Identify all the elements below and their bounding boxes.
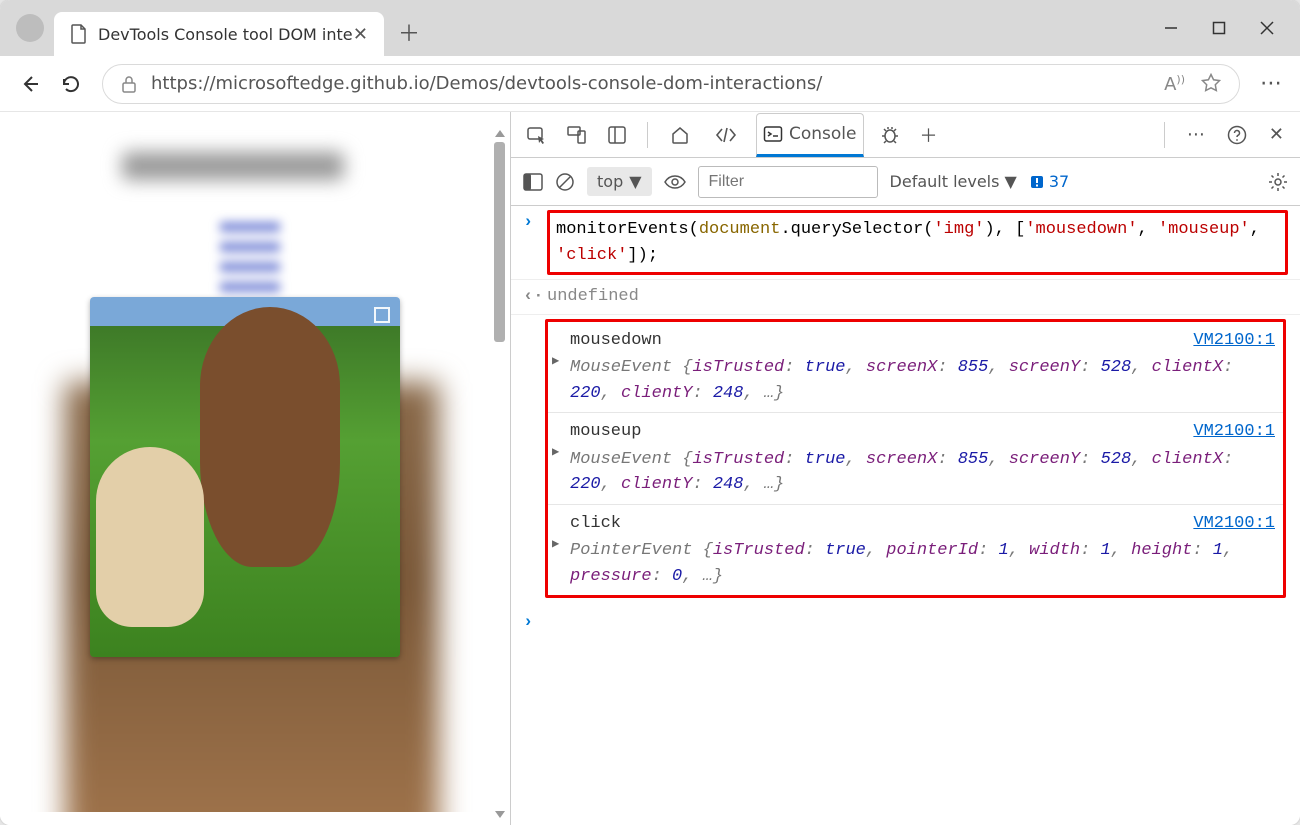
log-levels-selector[interactable]: Default levels ▼ xyxy=(890,172,1017,191)
filter-input[interactable] xyxy=(698,166,878,198)
blurred-heading xyxy=(122,152,344,180)
read-aloud-icon[interactable]: A)) xyxy=(1164,73,1185,95)
devtools-tabbar: Console ＋ ⋯ ✕ xyxy=(511,112,1300,158)
tab-title: DevTools Console tool DOM inte xyxy=(98,25,353,44)
address-bar: https://microsoftedge.github.io/Demos/de… xyxy=(0,56,1300,112)
tab-close-icon[interactable]: ✕ xyxy=(353,24,368,45)
page-scrollbar[interactable] xyxy=(494,130,505,818)
context-selector[interactable]: top ▼ xyxy=(587,167,652,196)
back-button[interactable] xyxy=(18,73,40,95)
context-label: top xyxy=(597,172,623,191)
log-source-link[interactable]: VM2100:1 xyxy=(1193,328,1275,354)
return-value: undefined xyxy=(547,287,639,306)
refresh-button[interactable] xyxy=(60,73,82,95)
sidebar-toggle-icon[interactable] xyxy=(523,173,543,191)
console-log-entry[interactable]: mousedown VM2100:1 ▶ MouseEvent {isTrust… xyxy=(548,322,1283,414)
url-text: https://microsoftedge.github.io/Demos/de… xyxy=(151,73,822,94)
expand-icon[interactable]: ▶ xyxy=(552,443,559,461)
console-log-entry[interactable]: mouseup VM2100:1 ▶ MouseEvent {isTrusted… xyxy=(548,413,1283,505)
console-prompt[interactable]: › xyxy=(511,602,1300,644)
panel-toggle-icon[interactable] xyxy=(603,121,631,149)
close-button[interactable] xyxy=(1260,21,1274,35)
browser-tab[interactable]: DevTools Console tool DOM inte ✕ xyxy=(54,12,384,56)
inspect-icon[interactable] xyxy=(523,121,551,149)
blurred-links xyxy=(220,222,280,292)
new-tab-button[interactable]: ＋ xyxy=(398,16,420,48)
devtools-more-icon[interactable]: ⋯ xyxy=(1183,120,1209,149)
console-return-row: ‹· undefined xyxy=(511,280,1300,315)
console-tab-label: Console xyxy=(789,124,857,144)
rendered-page xyxy=(0,112,510,825)
help-icon[interactable] xyxy=(1223,121,1251,149)
file-icon xyxy=(70,24,88,44)
issues-count: 37 xyxy=(1049,172,1069,191)
log-source-link[interactable]: VM2100:1 xyxy=(1193,419,1275,445)
lock-icon xyxy=(121,75,137,93)
profile-avatar[interactable] xyxy=(16,14,44,42)
clear-console-icon[interactable] xyxy=(555,172,575,192)
console-input-code[interactable]: monitorEvents(document.querySelector('im… xyxy=(547,210,1288,275)
devtools-panel: Console ＋ ⋯ ✕ xyxy=(510,112,1300,825)
more-tabs-icon[interactable]: ＋ xyxy=(916,118,942,152)
console-tab[interactable]: Console xyxy=(756,113,864,157)
minimize-button[interactable] xyxy=(1164,21,1178,35)
output-chevron-icon: ‹· xyxy=(523,284,543,310)
live-expression-icon[interactable] xyxy=(664,174,686,190)
page-viewport xyxy=(10,122,490,812)
elements-tab[interactable] xyxy=(708,115,744,155)
console-output: › monitorEvents(document.querySelector('… xyxy=(511,206,1300,825)
console-settings-icon[interactable] xyxy=(1268,172,1288,192)
expand-icon[interactable]: ▶ xyxy=(552,535,559,553)
content-area: Console ＋ ⋯ ✕ xyxy=(0,112,1300,825)
browser-window: DevTools Console tool DOM inte ✕ ＋ https… xyxy=(0,0,1300,825)
maximize-button[interactable] xyxy=(1212,21,1226,35)
log-source-link[interactable]: VM2100:1 xyxy=(1193,511,1275,537)
url-box[interactable]: https://microsoftedge.github.io/Demos/de… xyxy=(102,64,1240,104)
issues-tab-icon[interactable] xyxy=(876,121,904,149)
levels-label: Default levels xyxy=(890,172,1000,191)
console-logs-group: mousedown VM2100:1 ▶ MouseEvent {isTrust… xyxy=(545,319,1286,599)
chevron-down-icon: ▼ xyxy=(629,172,641,191)
titlebar: DevTools Console tool DOM inte ✕ ＋ xyxy=(0,0,1300,56)
console-log-entry[interactable]: click VM2100:1 ▶ PointerEvent {isTrusted… xyxy=(548,505,1283,596)
devtools-close-icon[interactable]: ✕ xyxy=(1265,120,1288,149)
console-toolbar: top ▼ Default levels ▼ 37 xyxy=(511,158,1300,206)
console-input-row: › monitorEvents(document.querySelector('… xyxy=(511,206,1300,280)
page-image[interactable] xyxy=(90,297,400,657)
welcome-tab[interactable] xyxy=(664,115,696,155)
expand-icon[interactable]: ▶ xyxy=(552,352,559,370)
favorite-icon[interactable] xyxy=(1201,73,1221,95)
issues-badge[interactable]: 37 xyxy=(1029,172,1069,191)
image-overlay-icon xyxy=(374,307,390,323)
window-controls xyxy=(1164,21,1294,35)
input-chevron-icon: › xyxy=(523,210,533,236)
more-menu-button[interactable]: ⋯ xyxy=(1260,71,1282,96)
device-icon[interactable] xyxy=(563,121,591,149)
